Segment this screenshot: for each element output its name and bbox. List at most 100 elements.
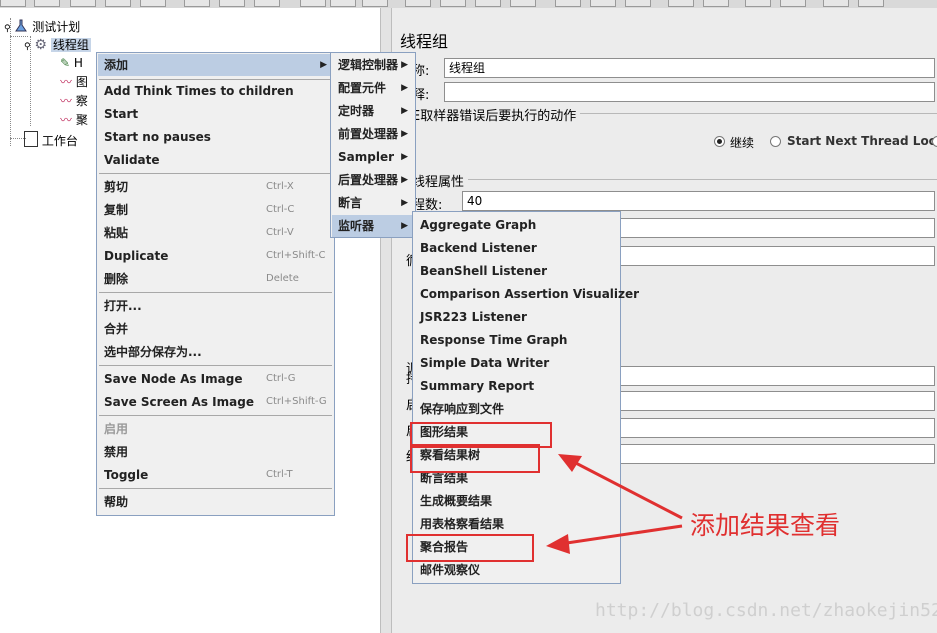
listener-beanshell-listener[interactable]: BeanShell Listener (414, 260, 619, 282)
pipette-icon: ✎ (60, 56, 71, 70)
menu-separator (99, 292, 332, 293)
toolbar-button[interactable] (105, 0, 131, 7)
toolbar-button[interactable] (34, 0, 60, 7)
toolbar-button[interactable] (219, 0, 245, 7)
toolbar-button[interactable] (625, 0, 651, 7)
tree-item-http-sampler[interactable]: ✎ H (60, 54, 83, 72)
menu-item-duplicate[interactable]: Duplicate Ctrl+Shift-C (98, 245, 333, 267)
tree-item-thread-group[interactable]: ⚲ ⚙ 线程组 (24, 36, 91, 54)
toolbar-button[interactable] (140, 0, 166, 7)
menu-item-enable: 启用 (104, 422, 129, 436)
tree-item-listener[interactable]: 〰 察 (60, 92, 88, 110)
annotation-arrows (546, 454, 683, 554)
toolbar-button[interactable] (0, 0, 26, 7)
submenu-arrow-icon: ▶ (401, 198, 408, 208)
listener-summary-report[interactable]: Summary Report (414, 375, 619, 397)
menu-item-cut[interactable]: 剪切 Ctrl-X (98, 176, 333, 198)
add-submenu: 逻辑控制器 ▶ 配置元件 ▶ 定时器 ▶ 前置处理器 ▶ Sampler ▶ 后置处理器 ▶… (330, 52, 416, 238)
toolbar-button[interactable] (668, 0, 694, 7)
next-loop-radio[interactable] (770, 136, 781, 147)
tree-item-listener[interactable]: 〰 聚 (60, 111, 88, 129)
toolbar-button[interactable] (823, 0, 849, 7)
toolbar-button[interactable] (184, 0, 210, 7)
menu-separator (99, 173, 332, 174)
listener-jsr223-listener[interactable]: JSR223 Listener (414, 306, 619, 328)
toolbar-button[interactable] (590, 0, 616, 7)
menu-item-merge[interactable]: 合并 (98, 318, 333, 340)
name-field[interactable]: 线程组 (444, 58, 935, 78)
tree-item-label: H (73, 56, 83, 70)
tree-item-label: 测试计划 (32, 20, 81, 34)
expand-toggle-icon[interactable]: ⚲ (24, 42, 31, 52)
menu-item-toggle[interactable]: Toggle Ctrl-T (98, 464, 333, 486)
menu-item-start[interactable]: Start (98, 103, 333, 125)
submenu-item-sampler[interactable]: Sampler ▶ (332, 146, 414, 168)
toolbar-button[interactable] (330, 0, 356, 7)
menu-item-help[interactable]: 帮助 (98, 491, 333, 513)
submenu-item-listener[interactable]: 监听器 ▶ (332, 215, 414, 237)
toolbar-button[interactable] (510, 0, 536, 7)
test-plan-icon (14, 19, 28, 33)
menu-item-delete[interactable]: 删除 Delete (98, 268, 333, 290)
submenu-arrow-icon: ▶ (320, 60, 327, 70)
listener-response-time-graph[interactable]: Response Time Graph (414, 329, 619, 351)
expand-toggle-icon[interactable]: ⚲ (4, 24, 11, 34)
toolbar-button[interactable] (362, 0, 388, 7)
menu-item-save-screen-image[interactable]: Save Screen As Image Ctrl+Shift-G (98, 391, 333, 413)
toolbar-button[interactable] (405, 0, 431, 7)
tree-item-label: 察 (75, 94, 88, 108)
listener-backend-listener[interactable]: Backend Listener (414, 237, 619, 259)
menu-item-disable[interactable]: 禁用 (98, 441, 333, 463)
toolbar-button[interactable] (300, 0, 326, 7)
submenu-item-logic-controller[interactable]: 逻辑控制器 ▶ (332, 54, 414, 76)
toolbar-button[interactable] (745, 0, 771, 7)
listener-comparison-assertion-visualizer[interactable]: Comparison Assertion Visualizer (414, 283, 639, 305)
listener-aggregate-graph[interactable]: Aggregate Graph (414, 214, 619, 236)
menu-item-open[interactable]: 打开... (98, 295, 333, 317)
toolbar (0, 0, 937, 8)
annotation-label: 添加结果查看 (690, 511, 841, 540)
comment-field[interactable] (444, 82, 935, 102)
threads-field[interactable]: 40 (462, 191, 935, 211)
workbench-icon (24, 131, 38, 147)
submenu-item-timer[interactable]: 定时器 ▶ (332, 100, 414, 122)
toolbar-button[interactable] (780, 0, 806, 7)
menu-item-save-selection[interactable]: 选中部分保存为... (98, 341, 333, 363)
listener-save-responses[interactable]: 保存响应到文件 (414, 398, 619, 420)
tree-item-label: 聚 (75, 113, 88, 127)
submenu-item-postprocessor[interactable]: 后置处理器 ▶ (332, 169, 414, 191)
toolbar-button[interactable] (858, 0, 884, 7)
submenu-item-preprocessor[interactable]: 前置处理器 ▶ (332, 123, 414, 145)
chart-icon: 〰 (60, 94, 73, 108)
submenu-arrow-icon: ▶ (401, 106, 408, 116)
menu-item-copy[interactable]: 复制 Ctrl-C (98, 199, 333, 221)
toolbar-button[interactable] (555, 0, 581, 7)
listener-simple-data-writer[interactable]: Simple Data Writer (414, 352, 619, 374)
submenu-item-config-element[interactable]: 配置元件 ▶ (332, 77, 414, 99)
toolbar-button[interactable] (703, 0, 729, 7)
tree-item-listener[interactable]: 〰 图 (60, 73, 88, 91)
toolbar-button[interactable] (70, 0, 96, 7)
chart-icon: 〰 (60, 113, 73, 127)
tree-item-label: 线程组 (50, 38, 91, 52)
toolbar-button[interactable] (440, 0, 466, 7)
menu-item-paste[interactable]: 粘贴 Ctrl-V (98, 222, 333, 244)
tree-item-test-plan[interactable]: ⚲ 测试计划 (4, 18, 80, 36)
submenu-arrow-icon: ▶ (401, 60, 408, 70)
tree-item-workbench[interactable]: 工作台 (24, 131, 78, 149)
menu-item-add-think-times[interactable]: Add Think Times to children (98, 80, 333, 102)
tree-item-label: 工作台 (41, 134, 78, 148)
radio-option[interactable] (932, 136, 937, 147)
error-action-label: E取样器错误后要执行的动作 (412, 105, 581, 124)
toolbar-button[interactable] (254, 0, 280, 7)
continue-radio[interactable] (714, 136, 725, 147)
chart-icon: 〰 (60, 75, 73, 89)
menu-separator (99, 365, 332, 366)
menu-item-start-no-pauses[interactable]: Start no pauses (98, 126, 333, 148)
next-loop-radio-label: Start Next Thread Loop (787, 134, 937, 148)
menu-item-validate[interactable]: Validate (98, 149, 333, 171)
submenu-item-assertion[interactable]: 断言 ▶ (332, 192, 414, 214)
menu-item-save-node-image[interactable]: Save Node As Image Ctrl-G (98, 368, 333, 390)
toolbar-button[interactable] (475, 0, 501, 7)
menu-item-add[interactable]: 添加 ▶ (98, 54, 333, 76)
